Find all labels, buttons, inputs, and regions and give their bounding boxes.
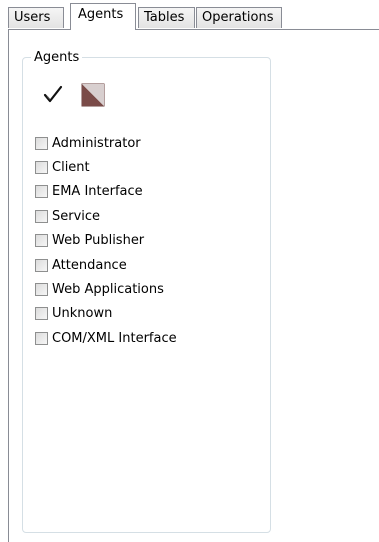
list-item[interactable]: EMA Interface <box>35 180 177 204</box>
half-filled-square-icon <box>81 83 105 110</box>
checkbox-service[interactable] <box>35 209 48 223</box>
tab-tables[interactable]: Tables <box>138 7 195 28</box>
checkbox-administrator[interactable] <box>35 136 48 150</box>
list-item[interactable]: Web Applications <box>35 277 177 301</box>
list-item[interactable]: Attendance <box>35 253 177 277</box>
checkbox-ema-interface[interactable] <box>35 185 48 199</box>
checkbox-client[interactable] <box>35 161 48 175</box>
invert-selection-button[interactable] <box>80 83 106 109</box>
checkbox-unknown[interactable] <box>35 307 48 321</box>
checkmark-icon <box>42 84 64 109</box>
checkbox-label: EMA Interface <box>52 184 143 200</box>
checkbox-label: Administrator <box>52 135 141 151</box>
checkbox-label: Service <box>52 208 101 224</box>
list-item[interactable]: COM/XML Interface <box>35 326 177 350</box>
list-item[interactable]: Client <box>35 155 177 179</box>
tab-agents[interactable]: Agents <box>70 3 136 30</box>
checkbox-label: Web Publisher <box>52 233 145 249</box>
list-item[interactable]: Unknown <box>35 302 177 326</box>
checkbox-com-xml-interface[interactable] <box>35 331 48 345</box>
list-item[interactable]: Web Publisher <box>35 229 177 253</box>
checkbox-attendance[interactable] <box>35 258 48 272</box>
checkbox-label: Web Applications <box>52 282 164 298</box>
list-item[interactable]: Service <box>35 204 177 228</box>
checkbox-label: Unknown <box>52 306 113 322</box>
tab-users[interactable]: Users <box>8 7 64 28</box>
select-all-button[interactable] <box>40 83 66 109</box>
agents-group-title: Agents <box>31 50 83 65</box>
checkbox-label: Attendance <box>52 257 127 273</box>
agent-checkbox-list: Administrator Client EMA Interface Servi… <box>35 131 177 351</box>
checkbox-web-applications[interactable] <box>35 283 48 297</box>
tab-strip: Users Agents Tables Operations <box>0 0 379 30</box>
checkbox-label: COM/XML Interface <box>52 330 177 346</box>
checkbox-label: Client <box>52 160 90 176</box>
checkbox-web-publisher[interactable] <box>35 234 48 248</box>
tab-operations[interactable]: Operations <box>196 7 282 28</box>
list-item[interactable]: Administrator <box>35 131 177 155</box>
agents-tab-panel: Agents Administrator Client EMA Interfac… <box>8 29 379 542</box>
